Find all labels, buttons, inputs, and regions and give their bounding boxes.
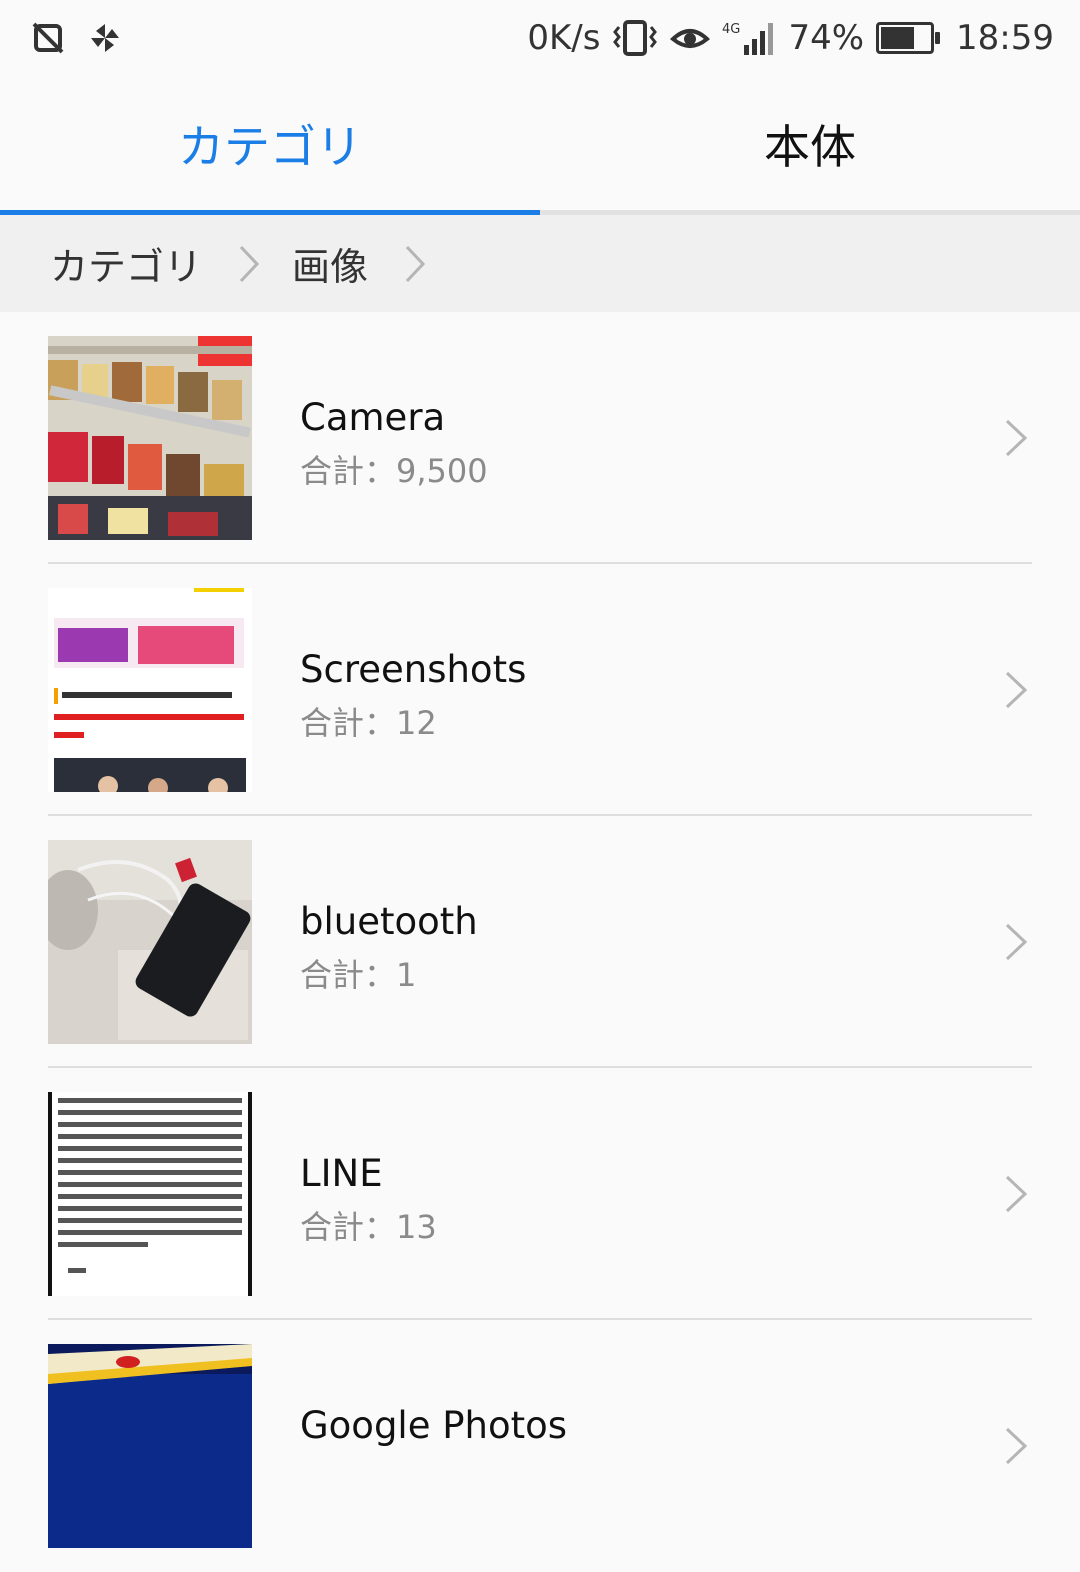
album-item-line[interactable]: LINE 合計：13	[0, 1068, 1080, 1320]
store-shelf-photo	[48, 336, 252, 540]
blue-screen-photo	[48, 1344, 252, 1548]
tv-program-screenshot	[48, 588, 252, 792]
album-count: 合計：9,500	[300, 452, 488, 490]
album-name: Camera	[300, 396, 446, 439]
tab-bar: カテゴリ 本体	[0, 76, 1080, 212]
album-item-camera[interactable]: Camera 合計：9,500	[0, 312, 1080, 564]
vibrate-icon	[612, 19, 658, 57]
tab-category[interactable]: カテゴリ	[0, 76, 540, 212]
chevron-right-icon	[1004, 922, 1028, 966]
tab-device[interactable]: 本体	[540, 76, 1080, 212]
chevron-right-icon	[1004, 1426, 1028, 1470]
smartphone-photo	[48, 840, 252, 1044]
chevron-right-icon	[404, 244, 426, 284]
chevron-right-icon	[1004, 418, 1028, 462]
chevron-right-icon	[238, 244, 260, 284]
album-item-screenshots[interactable]: Screenshots 合計：12	[0, 564, 1080, 816]
network-speed: 0K/s	[527, 18, 601, 58]
network-type: 4G	[722, 22, 740, 37]
breadcrumb-item-images[interactable]: 画像	[292, 236, 368, 291]
battery-percent: 74%	[788, 18, 865, 58]
breadcrumb: カテゴリ 画像	[0, 215, 1080, 312]
signal-icon: 4G	[722, 19, 776, 57]
chevron-right-icon	[1004, 670, 1028, 714]
eye-icon	[670, 21, 711, 55]
album-name: bluetooth	[300, 900, 478, 943]
clock: 18:59	[956, 18, 1054, 58]
album-name: Google Photos	[300, 1404, 568, 1447]
status-bar: 0K/s 4G 74% 18:59	[0, 0, 1080, 76]
album-count: 合計：12	[300, 704, 437, 742]
album-name: LINE	[300, 1152, 383, 1195]
album-list: Camera 合計：9,500 Screenshots 合計：12 blueto…	[0, 312, 1080, 1572]
battery-icon	[876, 22, 941, 54]
album-count: 合計：1	[300, 956, 417, 994]
no-sim-icon	[30, 20, 66, 56]
album-count: 合計：13	[300, 1208, 437, 1246]
breadcrumb-item-category[interactable]: カテゴリ	[50, 236, 202, 291]
pinwheel-icon	[88, 21, 122, 55]
album-item-google-photos[interactable]: Google Photos	[0, 1320, 1080, 1572]
text-document-screenshot	[48, 1092, 252, 1296]
chevron-right-icon	[1004, 1174, 1028, 1218]
album-item-bluetooth[interactable]: bluetooth 合計：1	[0, 816, 1080, 1068]
album-name: Screenshots	[300, 648, 527, 691]
